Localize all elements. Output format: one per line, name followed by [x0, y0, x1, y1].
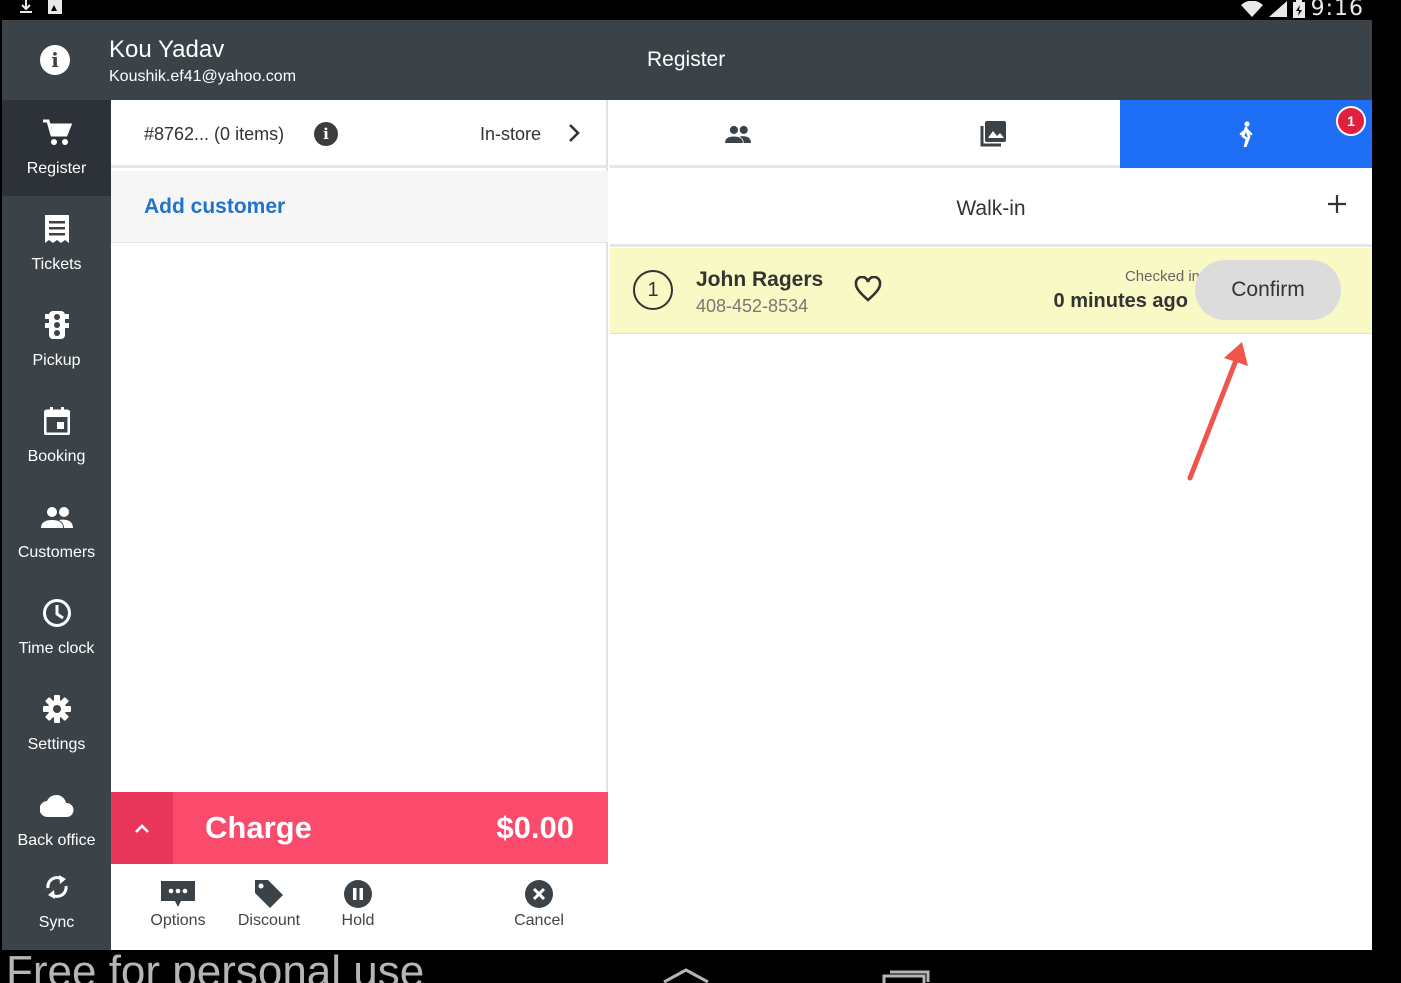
info-icon[interactable]: i [40, 45, 70, 75]
walkin-title: Walk-in [956, 197, 1026, 220]
sidebar-item-label: Time clock [18, 640, 95, 657]
order-header[interactable]: #8762... (0 items) i In-store [111, 100, 608, 168]
cancel-label: Cancel [514, 912, 564, 929]
order-type[interactable]: In-store [480, 124, 541, 145]
walkin-panel: 1 Walk-in 1 John Ragers 408-452-8534 Che… [610, 100, 1372, 950]
page-title: Register [647, 48, 726, 71]
charge-button[interactable]: Charge [205, 810, 312, 846]
battery-icon [1292, 0, 1305, 18]
charge-amount: $0.00 [496, 810, 574, 845]
order-info-icon[interactable]: i [314, 122, 338, 146]
clock-icon [42, 599, 71, 627]
walk-in-count-badge: 1 [1336, 106, 1366, 136]
more-icon [161, 881, 195, 907]
download-icon [20, 0, 32, 13]
sidebar: Register Tickets Pickup Booking Customer… [2, 100, 111, 950]
sidebar-item-pickup[interactable]: Pickup [2, 292, 111, 388]
customer-name: John Ragers [696, 268, 824, 291]
charge-bar[interactable]: Charge $0.00 [111, 792, 608, 864]
sidebar-item-register[interactable]: Register [2, 100, 111, 196]
gear-icon [42, 695, 71, 723]
sidebar-item-customers[interactable]: Customers [2, 484, 111, 580]
panel-tabs: 1 [610, 100, 1372, 168]
options-label: Options [150, 912, 206, 929]
expand-order-button[interactable] [111, 792, 173, 864]
user-name: Kou Yadav [109, 36, 225, 63]
sidebar-item-booking[interactable]: Booking [2, 388, 111, 484]
recent-apps-icon[interactable] [882, 970, 930, 983]
chevron-right-icon[interactable] [567, 122, 581, 144]
wifi-icon [1240, 0, 1263, 17]
chevron-up-icon [135, 824, 149, 833]
sidebar-item-label: Register [26, 160, 87, 177]
sidebar-item-label: Tickets [31, 256, 82, 273]
annotation-arrow [1187, 342, 1248, 481]
sidebar-item-label: Settings [27, 736, 86, 753]
list-item[interactable]: 1 John Ragers 408-452-8534 Checked in 0 … [610, 248, 1372, 334]
walk-icon [1239, 121, 1253, 147]
image-notification-icon [48, 0, 62, 14]
sidebar-item-label: Customers [17, 544, 96, 561]
traffic-light-icon [44, 311, 69, 339]
gallery-icon [980, 121, 1006, 147]
sidebar-item-sync[interactable]: Sync [2, 854, 111, 950]
cart-icon [42, 119, 72, 145]
checked-in-label: Checked in [1124, 268, 1200, 285]
add-customer-button[interactable]: Add customer [144, 195, 285, 219]
options-button[interactable]: Options [145, 878, 211, 930]
cancel-icon [525, 880, 553, 908]
signal-icon [1268, 0, 1287, 17]
sidebar-item-label: Booking [27, 448, 86, 465]
cloud-icon [39, 794, 73, 817]
pause-icon [344, 880, 372, 908]
sidebar-item-label: Back office [17, 832, 96, 849]
sidebar-item-settings[interactable]: Settings [2, 676, 111, 772]
checked-in-time: 0 minutes ago [1053, 290, 1188, 312]
plus-icon[interactable] [1326, 193, 1348, 215]
app-window: i Kou Yadav Koushik.ef41@yahoo.com Regis… [2, 20, 1372, 950]
status-clock: 9:16 [1310, 0, 1364, 21]
sidebar-item-label: Sync [38, 914, 75, 931]
hold-label: Hold [341, 912, 375, 929]
people-icon [40, 507, 73, 528]
user-email: Koushik.ef41@yahoo.com [109, 68, 297, 85]
walkin-header: Walk-in [610, 171, 1372, 247]
tab-walk-in[interactable]: 1 [1120, 100, 1372, 168]
heart-icon[interactable] [854, 276, 882, 302]
discount-label: Discount [237, 912, 301, 929]
calendar-icon [43, 407, 70, 435]
watermark: Free for personal use [6, 950, 425, 983]
cancel-button[interactable]: Cancel [509, 878, 569, 930]
sync-icon [45, 875, 68, 899]
tag-icon [255, 880, 283, 908]
sidebar-item-label: Pickup [32, 352, 81, 369]
order-id: #8762... (0 items) [144, 124, 285, 144]
top-bar: i Kou Yadav Koushik.ef41@yahoo.com Regis… [2, 20, 1372, 100]
status-bar: 9:16 [0, 0, 1372, 21]
tab-gallery[interactable] [865, 100, 1120, 168]
sidebar-item-time-clock[interactable]: Time clock [2, 580, 111, 676]
hold-button[interactable]: Hold [335, 878, 381, 930]
home-icon[interactable] [662, 968, 710, 983]
discount-button[interactable]: Discount [231, 878, 307, 930]
system-nav-bar: Free for personal use [0, 950, 1401, 983]
confirm-button[interactable]: Confirm [1195, 260, 1341, 320]
customer-phone: 408-452-8534 [696, 296, 809, 316]
tab-customers[interactable] [610, 100, 865, 168]
queue-number: 1 [633, 270, 673, 310]
order-panel: #8762... (0 items) i In-store Add custom… [111, 100, 608, 950]
add-customer-row[interactable]: Add customer [111, 171, 608, 243]
receipt-icon [44, 215, 69, 243]
people-icon [724, 125, 751, 143]
sidebar-item-tickets[interactable]: Tickets [2, 196, 111, 292]
order-actions: Options Discount Hold Cancel [111, 864, 608, 950]
